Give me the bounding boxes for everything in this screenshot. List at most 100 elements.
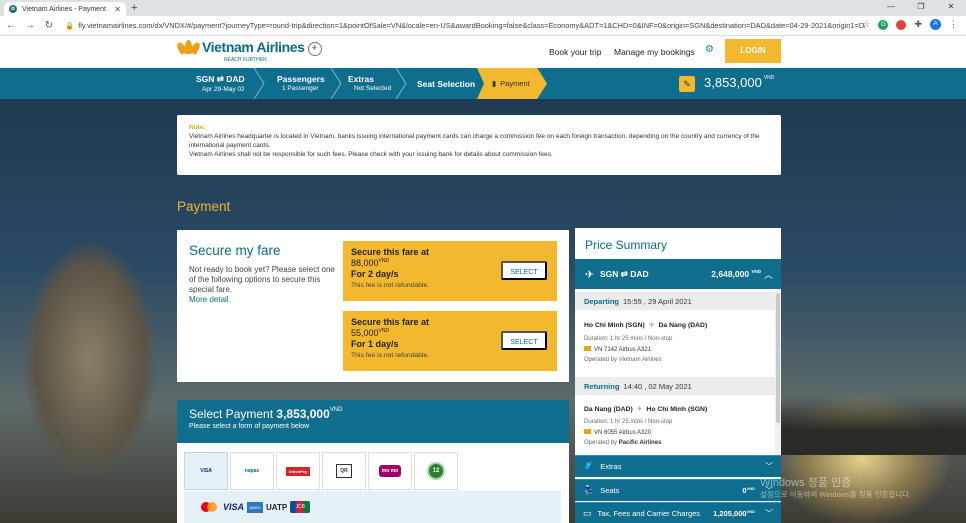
select-payment-label: Select Payment — [189, 407, 274, 421]
momo-icon: mo mo — [378, 465, 402, 477]
select-1-day-button[interactable]: SELECT — [501, 331, 547, 350]
login-button[interactable]: LOGIN — [725, 39, 781, 63]
operator-name: Vietnam Airlines — [618, 357, 662, 363]
option-currency: VND — [378, 258, 390, 264]
close-tab-icon[interactable]: ✕ — [114, 5, 121, 14]
method-napas[interactable]: napas — [230, 452, 274, 490]
amex-icon: AMEX — [247, 501, 264, 513]
minimize-icon[interactable]: — — [876, 0, 906, 16]
unionpay-icon: UnionPay — [285, 466, 311, 476]
option-amount-value: 88,000 — [351, 258, 379, 268]
route-amount-value: 2,648,000 — [711, 269, 750, 279]
step-title: Seat Selection — [417, 79, 476, 89]
step-separator-icon — [395, 68, 407, 99]
tax-fees-row[interactable]: ▭ Tax, Fees and Carrier Charges 1,205,00… — [575, 502, 781, 523]
payment-heading: Payment — [177, 199, 231, 214]
method-international-cards[interactable]: VISA — [184, 452, 228, 490]
restore-icon[interactable]: ❐ — [906, 0, 936, 16]
step-passengers[interactable]: Passengers 1 Passenger — [277, 68, 325, 99]
secure-fare-title: Secure my fare — [189, 243, 281, 258]
dragon-statue-image — [0, 190, 180, 523]
chevron-down-icon[interactable]: ﹀ — [765, 508, 773, 519]
brand-logo[interactable]: Vietnam Airlines ✈ REACH FURTHER — [175, 39, 322, 63]
segment-from: Da Nang (DAD) — [584, 406, 633, 413]
qr-code-icon: QR — [336, 464, 352, 478]
step-title: Payment — [500, 79, 530, 88]
select-payment-header: Select Payment 3,853,000VND Please selec… — [177, 400, 569, 443]
returning-flight: VN 6055 Airbus A320 — [584, 429, 651, 436]
more-detail-link[interactable]: More detail. — [189, 295, 231, 304]
route-label: SGN ⇄ DAD — [600, 269, 649, 279]
profile-avatar-icon[interactable]: A — [930, 19, 941, 30]
seats-label: Seats — [600, 486, 620, 495]
note-line-1: Vietnam Airlines headquarter is located … — [189, 133, 760, 149]
option-amount-value: 55,000 — [351, 328, 379, 338]
option-label: Secure this fare at — [351, 317, 430, 327]
method-qr-pay[interactable]: QR — [322, 452, 366, 490]
extensions-puzzle-icon[interactable]: ✚ — [914, 19, 922, 30]
price-summary-title: Price Summary — [585, 238, 668, 252]
tax-amount: 1,205,000VND — [713, 509, 755, 518]
nav-manage-bookings[interactable]: Manage my bookings — [614, 47, 695, 57]
nav-book-your-trip[interactable]: Book your trip — [549, 47, 601, 57]
airline-logo-icon — [584, 429, 591, 434]
window-controls: — ❐ ✕ — [876, 0, 966, 16]
step-itinerary[interactable]: SGN ⇄ DAD Apr 29-May 02 — [196, 68, 245, 99]
departing-operator: Operated by Vietnam Airlines — [584, 357, 662, 363]
url-field[interactable]: 🔒 fly.vietnamairlines.com/dx/VNDX/#/payme… — [65, 21, 865, 30]
back-icon[interactable]: ← — [3, 20, 19, 31]
extension-grammarly-icon[interactable]: G — [878, 19, 889, 30]
reload-icon[interactable]: ↻ — [41, 20, 57, 31]
browser-tab[interactable]: ✿ Vietnam Airlines - Payment ✕ — [4, 2, 126, 16]
receipt-icon: ▭ — [583, 508, 592, 518]
step-separator-icon — [330, 68, 342, 99]
plane-small-icon: ✈ — [636, 406, 643, 413]
option-currency: VND — [378, 328, 390, 334]
tab-title: Vietnam Airlines - Payment — [22, 5, 106, 13]
operated-prefix: Operated by — [584, 440, 618, 446]
step-seat-selection[interactable]: Seat Selection — [417, 68, 475, 99]
total-amount: 3,853,000 — [704, 75, 762, 90]
step-sub: Not Selected — [354, 85, 392, 92]
summary-scroll-thumb[interactable] — [776, 293, 780, 423]
segment-label: Returning — [584, 382, 620, 391]
seats-currency: VND — [746, 486, 755, 491]
brand-name: Vietnam Airlines — [202, 39, 305, 55]
step-sub: Apr 29-May 02 — [202, 86, 245, 93]
bookmark-star-icon[interactable]: ☆ — [862, 19, 870, 30]
extras-row[interactable]: 🧳 Extras ﹀ — [575, 455, 781, 477]
operated-prefix: Operated by — [584, 357, 618, 363]
method-payoo[interactable]: 12 — [414, 452, 458, 490]
returning-route: Da Nang (DAD) ✈ Ho Chi Minh (SGN) — [584, 405, 707, 413]
forward-icon[interactable]: → — [22, 20, 38, 31]
select-2-days-button[interactable]: SELECT — [501, 261, 547, 280]
secure-fare-panel: Secure my fare Not ready to book yet? Pl… — [177, 230, 569, 382]
menu-kebab-icon[interactable]: ⋮ — [949, 19, 958, 30]
settings-gear-icon[interactable]: ⚙ — [705, 44, 714, 55]
route-summary-bar[interactable]: ✈ SGN ⇄ DAD 2,648,000 VND ︿ — [575, 259, 781, 289]
total-currency: VND — [763, 75, 775, 81]
chevron-down-icon[interactable]: ﹀ — [765, 461, 773, 472]
step-payment-active[interactable]: ▮ Payment — [477, 68, 547, 99]
seats-row[interactable]: 💺 Seats 0VND ﹀ — [575, 479, 781, 501]
departing-header: Departing 15:55 , 29 April 2021 — [575, 292, 775, 310]
payoo-icon: 12 — [427, 462, 445, 480]
lock-icon: 🔒 — [65, 21, 75, 30]
price-summary-panel: Price Summary ✈ SGN ⇄ DAD 2,648,000 VND … — [575, 228, 781, 523]
edit-pencil-icon[interactable]: ✎ — [679, 76, 695, 92]
extension-red-icon[interactable] — [896, 19, 907, 30]
close-window-icon[interactable]: ✕ — [936, 0, 966, 16]
airplane-icon: ✈ — [585, 269, 595, 281]
segment-to: Da Nang (DAD) — [658, 322, 708, 329]
method-momo[interactable]: mo mo — [368, 452, 412, 490]
returning-operator: Operated by Pacific Airlines — [584, 440, 662, 446]
method-unionpay[interactable]: UnionPay — [276, 452, 320, 490]
step-extras[interactable]: Extras Not Selected — [348, 68, 391, 99]
chevron-up-icon[interactable]: ︿ — [764, 268, 773, 281]
new-tab-icon[interactable]: + — [131, 2, 137, 14]
booking-steps-bar: SGN ⇄ DAD Apr 29-May 02 Passengers 1 Pas… — [0, 68, 966, 99]
route-currency: VND — [751, 269, 761, 274]
secure-option-1-day: Secure this fare at 55,000VND For 1 day/… — [343, 311, 557, 371]
site-header: Vietnam Airlines ✈ REACH FURTHER Book yo… — [0, 36, 966, 68]
route-amount: 2,648,000 VND — [711, 269, 761, 279]
